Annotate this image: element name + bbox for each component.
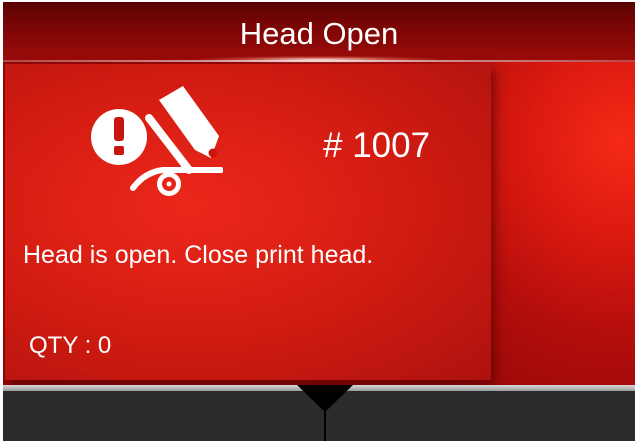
page-title: Head Open <box>239 16 399 51</box>
bottom-bar <box>3 385 635 441</box>
title-bar: Head Open <box>3 2 635 63</box>
title-divider <box>3 60 635 62</box>
head-open-warning-icon <box>91 86 223 196</box>
softkey-divider <box>324 403 326 441</box>
qty-label: QTY : 0 <box>29 332 112 359</box>
error-panel: # 1007 Head is open. Close print head. Q… <box>5 64 491 380</box>
printer-display: Head Open # 1007 Head is open. Close pri… <box>3 2 635 441</box>
error-message: Head is open. Close print head. <box>23 241 374 269</box>
error-code: # 1007 <box>323 126 431 165</box>
